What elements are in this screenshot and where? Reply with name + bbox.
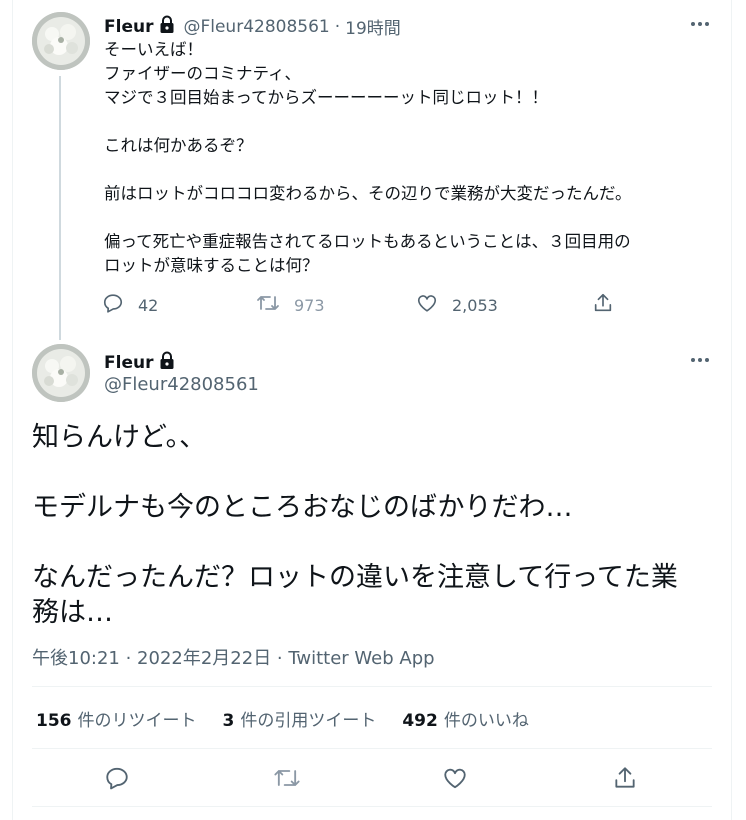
like-count: 2,053	[452, 295, 498, 315]
share-icon	[592, 292, 628, 318]
quotes-count: 3	[222, 711, 235, 731]
thread-line	[59, 76, 61, 340]
like-button[interactable]	[441, 766, 469, 794]
heart-icon	[416, 292, 452, 318]
quotes-stat[interactable]: 3 件の引用ツイート	[223, 706, 377, 731]
tweet-header: Fleur	[104, 350, 183, 375]
like-button[interactable]: 2,053	[416, 292, 498, 318]
separator: ·	[334, 16, 341, 37]
tweet-meta[interactable]: 午後10:21 · 2022年2月22日 · Twitter Web App	[32, 644, 435, 670]
handle[interactable]: @Fleur42808561	[183, 17, 329, 37]
share-button[interactable]	[592, 292, 628, 318]
retweet-button[interactable]: 973	[256, 292, 325, 318]
more-icon[interactable]	[688, 348, 712, 372]
share-icon	[612, 765, 638, 795]
likes-count: 492	[402, 711, 438, 731]
tweet-text: 知らんけど。、 モデルナも今のところおなじのばかりだわ… なんだったんだ？ロット…	[32, 422, 678, 628]
likes-stat[interactable]: 492 件のいいね	[402, 706, 529, 731]
avatar[interactable]	[32, 12, 90, 70]
retweets-label: 件のリツイート	[77, 711, 197, 731]
share-button[interactable]	[611, 766, 639, 794]
retweets-stat[interactable]: 156 件のリツイート	[36, 706, 197, 731]
heart-icon	[442, 765, 468, 795]
tweet-text: そーいえば！ ファイザーのコミナティ、 マジで３回目始まってからズーーーーーット…	[104, 40, 632, 275]
likes-label: 件のいいね	[443, 711, 529, 731]
reply-count: 42	[138, 295, 159, 315]
reply-button[interactable]: 42	[102, 292, 158, 318]
lock-icon	[157, 350, 177, 375]
display-name[interactable]: Fleur	[104, 353, 153, 373]
handle[interactable]: @Fleur42808561	[104, 374, 259, 395]
reply-icon	[102, 292, 138, 318]
lock-icon	[157, 14, 177, 39]
divider	[32, 806, 712, 807]
retweet-icon	[256, 292, 294, 318]
divider	[32, 686, 712, 687]
reply-button[interactable]	[103, 766, 131, 794]
reply-icon	[104, 765, 130, 795]
avatar[interactable]	[32, 344, 90, 402]
tweet-header: Fleur @Fleur42808561 · 19時間	[104, 14, 401, 39]
quotes-label: 件の引用ツイート	[240, 711, 377, 731]
retweet-count: 973	[294, 295, 325, 315]
tweet-actions	[0, 764, 746, 794]
more-icon[interactable]	[688, 12, 712, 36]
divider	[32, 748, 712, 749]
retweets-count: 156	[36, 711, 72, 731]
timestamp[interactable]: 19時間	[345, 14, 401, 39]
tweet-stats: 156 件のリツイート 3 件の引用ツイート 492 件のいいね	[36, 706, 555, 731]
retweet-button[interactable]	[272, 766, 302, 794]
retweet-icon	[273, 765, 301, 795]
display-name[interactable]: Fleur	[104, 17, 153, 37]
